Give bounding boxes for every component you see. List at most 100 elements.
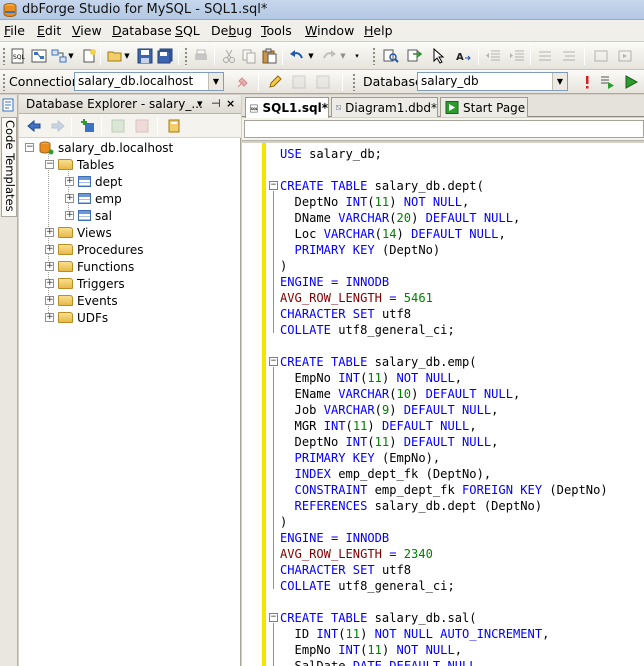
code-token: 5461 bbox=[403, 291, 433, 305]
filter-button[interactable] bbox=[165, 117, 183, 135]
menu-item[interactable]: Window bbox=[305, 23, 354, 38]
expand-icon[interactable]: + bbox=[45, 262, 54, 271]
tree-node-udfs[interactable]: + UDFs bbox=[45, 309, 108, 326]
toolbar-overflow-button[interactable]: ▾ bbox=[352, 47, 362, 65]
tree-node-table[interactable]: + dept bbox=[65, 173, 122, 190]
replace-button[interactable] bbox=[406, 47, 424, 65]
toolbar-grip[interactable] bbox=[372, 47, 376, 65]
menu-item[interactable]: View bbox=[72, 23, 102, 38]
stop-button[interactable] bbox=[578, 73, 596, 91]
new-dropdown-arrow[interactable]: ▼ bbox=[66, 47, 76, 65]
find-button[interactable] bbox=[382, 47, 400, 65]
new-query-button[interactable] bbox=[30, 47, 48, 65]
dbforge-app-icon[interactable] bbox=[2, 2, 18, 18]
redo-dropdown-arrow[interactable]: ▼ bbox=[338, 47, 348, 65]
open-dropdown-arrow[interactable]: ▼ bbox=[122, 47, 132, 65]
tree-node-tables[interactable]: − Tables bbox=[45, 156, 114, 173]
new-object-button[interactable] bbox=[80, 47, 98, 65]
outdent-button[interactable] bbox=[484, 47, 502, 65]
expand-icon[interactable]: + bbox=[65, 194, 74, 203]
tree-node-functions[interactable]: + Functions bbox=[45, 258, 134, 275]
menu-item[interactable]: Edit bbox=[37, 23, 61, 38]
outdent-icon bbox=[486, 50, 500, 61]
fold-toggle-icon[interactable]: − bbox=[269, 181, 278, 190]
tree-node-table[interactable]: + emp bbox=[65, 190, 122, 207]
copy-button[interactable] bbox=[240, 47, 258, 65]
code-token: DEFAULT NULL bbox=[403, 435, 492, 449]
close-icon[interactable]: × bbox=[226, 97, 235, 110]
tree-node-views[interactable]: + Views bbox=[45, 224, 112, 241]
indent-button[interactable] bbox=[508, 47, 526, 65]
new-connection-button[interactable] bbox=[79, 117, 97, 135]
tree-node-connection[interactable]: − salary_db.localhost bbox=[25, 139, 173, 156]
window-position-icon[interactable]: ▾ bbox=[197, 97, 203, 110]
expand-icon[interactable]: + bbox=[45, 313, 54, 322]
paste-button[interactable] bbox=[260, 47, 278, 65]
toolbar-grip[interactable] bbox=[184, 47, 188, 65]
toolbar-grip[interactable] bbox=[2, 73, 6, 91]
collapse-icon[interactable]: − bbox=[45, 160, 54, 169]
next-bookmark-button[interactable] bbox=[616, 47, 634, 65]
redo-button[interactable] bbox=[320, 47, 338, 65]
execute-button[interactable] bbox=[622, 73, 640, 91]
menu-item[interactable]: File bbox=[4, 23, 25, 38]
code-line: CREATE TABLE salary_db.emp( bbox=[280, 354, 477, 370]
toolbar-grip[interactable] bbox=[352, 73, 356, 91]
comment-button[interactable] bbox=[536, 47, 554, 65]
sql-code-editor[interactable]: − − − USE salary_db; CREATE TABLE salary_db.… bbox=[242, 143, 644, 666]
database-select[interactable]: salary_db ▼ bbox=[417, 72, 568, 91]
fold-toggle-icon[interactable]: − bbox=[269, 613, 278, 622]
disconnect-button[interactable] bbox=[234, 73, 252, 91]
menu-item[interactable]: Help bbox=[364, 23, 393, 38]
print-button[interactable] bbox=[192, 47, 210, 65]
fold-toggle-icon[interactable]: − bbox=[269, 357, 278, 366]
new-sql-button[interactable]: SQL bbox=[9, 47, 27, 65]
expand-icon[interactable]: + bbox=[45, 279, 54, 288]
cut-button[interactable] bbox=[220, 47, 238, 65]
code-templates-tab[interactable]: Code Templates bbox=[1, 117, 17, 217]
expand-icon[interactable]: + bbox=[45, 245, 54, 254]
refresh-button[interactable] bbox=[109, 117, 127, 135]
goto-button[interactable] bbox=[430, 47, 448, 65]
menu-item[interactable]: SQL bbox=[175, 23, 200, 38]
connection-label: Connection bbox=[9, 74, 80, 89]
collapse-icon[interactable]: − bbox=[25, 143, 34, 152]
save-all-button[interactable] bbox=[156, 47, 174, 65]
bookmark-button[interactable] bbox=[592, 47, 610, 65]
tab-start-page[interactable]: Start Page bbox=[440, 97, 528, 117]
uncomment-button[interactable] bbox=[560, 47, 578, 65]
back-button[interactable] bbox=[25, 117, 43, 135]
tab-diagram1[interactable]: Diagram1.dbd* bbox=[331, 97, 438, 117]
tree-node-procedures[interactable]: + Procedures bbox=[45, 241, 144, 258]
tab-sql1[interactable]: SQL SQL1.sql* bbox=[245, 97, 329, 118]
format-button[interactable]: A bbox=[454, 47, 472, 65]
chevron-down-icon[interactable]: ▼ bbox=[208, 73, 223, 90]
rollback-button[interactable] bbox=[314, 73, 332, 91]
undo-button[interactable] bbox=[288, 47, 306, 65]
connection-select[interactable]: salary_db.localhost ▼ bbox=[74, 72, 224, 91]
toolbar-grip[interactable] bbox=[2, 47, 6, 65]
menu-item[interactable]: Tools bbox=[261, 23, 292, 38]
menu-item-mnemonic: D bbox=[112, 23, 122, 38]
forward-button[interactable] bbox=[49, 117, 67, 135]
object-navigation-box[interactable] bbox=[244, 120, 644, 138]
expand-icon[interactable]: + bbox=[65, 177, 74, 186]
menu-item[interactable]: Debug bbox=[211, 23, 252, 38]
menu-item[interactable]: Database bbox=[112, 23, 172, 38]
edit-connection-button[interactable] bbox=[266, 73, 284, 91]
expand-icon[interactable]: + bbox=[45, 296, 54, 305]
delete-button[interactable] bbox=[133, 117, 151, 135]
commit-button[interactable] bbox=[290, 73, 308, 91]
execute-selection-button[interactable] bbox=[598, 73, 616, 91]
expand-icon[interactable]: + bbox=[65, 211, 74, 220]
expand-icon[interactable]: + bbox=[45, 228, 54, 237]
undo-dropdown-arrow[interactable]: ▼ bbox=[306, 47, 316, 65]
code-token: = bbox=[389, 547, 404, 561]
tree-node-table[interactable]: + sal bbox=[65, 207, 112, 224]
save-button[interactable] bbox=[136, 47, 154, 65]
auto-hide-pin-icon[interactable]: ⊣ bbox=[211, 97, 221, 110]
chevron-down-icon[interactable]: ▼ bbox=[552, 73, 567, 90]
tree-node-events[interactable]: + Events bbox=[45, 292, 118, 309]
code-templates-icon[interactable] bbox=[2, 98, 15, 112]
tree-node-triggers[interactable]: + Triggers bbox=[45, 275, 125, 292]
